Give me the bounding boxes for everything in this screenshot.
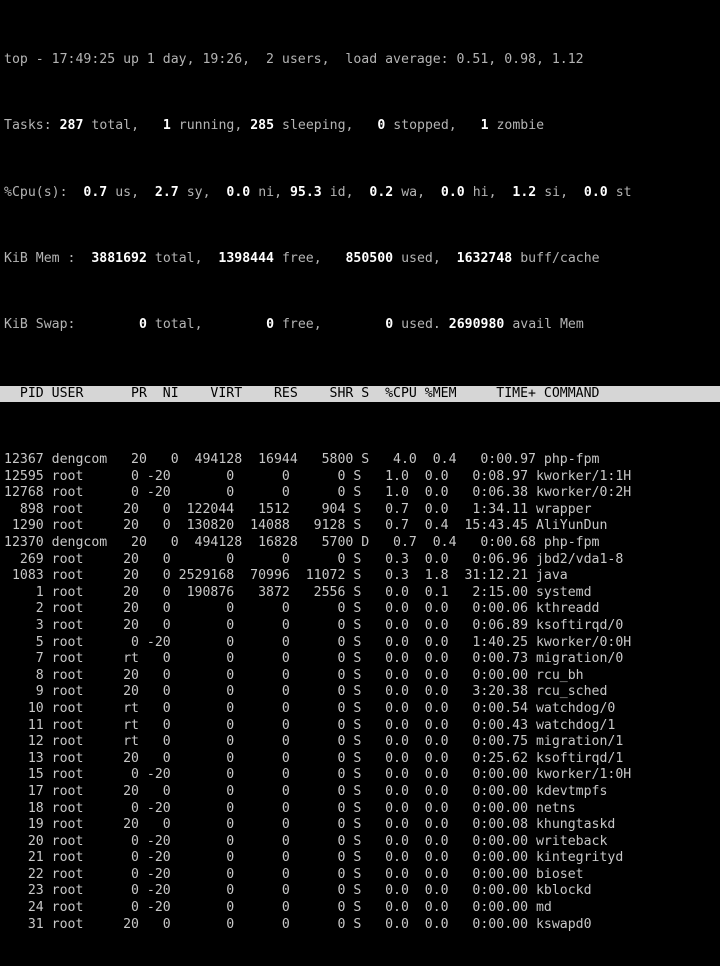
table-row[interactable]: 12595 root 0 -20 0 0 0 S 1.0 0.0 0:08.97… [4, 469, 720, 486]
swap-total-value: 0 [139, 317, 147, 333]
mem-used-value: 850500 [345, 250, 394, 266]
swap-used-value: 0 [385, 317, 394, 333]
table-row[interactable]: 12367 dengcom 20 0 494128 16944 5800 S 4… [4, 452, 720, 469]
tasks-total-value: 287 [59, 118, 84, 134]
cpu-ni-label: ni, [258, 184, 283, 200]
table-row[interactable]: 12370 dengcom 20 0 494128 16828 5700 D 0… [4, 535, 720, 552]
table-row[interactable]: 1290 root 20 0 130820 14088 9128 S 0.7 0… [4, 518, 720, 535]
table-row[interactable]: 12 root rt 0 0 0 0 S 0.0 0.0 0:00.75 mig… [4, 734, 720, 751]
mem-free-value: 1398444 [218, 250, 274, 266]
swap-free-value: 0 [266, 317, 275, 333]
cpu-label: %Cpu(s): [4, 184, 68, 200]
top-uptime-line: top - 17:49:25 up 1 day, 19:26, 2 users,… [4, 52, 720, 69]
tasks-sleeping-value: 285 [250, 118, 275, 134]
mem-total-value: 3881692 [91, 250, 147, 266]
cpu-line: %Cpu(s): 0.7 us, 2.7 sy, 0.0 ni, 95.3 id… [4, 185, 720, 202]
table-row[interactable]: 22 root 0 -20 0 0 0 S 0.0 0.0 0:00.00 bi… [4, 867, 720, 884]
table-row[interactable]: 1083 root 20 0 2529168 70996 11072 S 0.3… [4, 568, 720, 585]
swap-label: KiB Swap: [4, 317, 76, 333]
table-row[interactable]: 31 root 20 0 0 0 0 S 0.0 0.0 0:00.00 ksw… [4, 917, 720, 934]
table-row[interactable]: 17 root 20 0 0 0 0 S 0.0 0.0 0:00.00 kde… [4, 784, 720, 801]
mem-used-label: used, [401, 250, 441, 266]
table-row[interactable]: 7 root rt 0 0 0 0 S 0.0 0.0 0:00.73 migr… [4, 651, 720, 668]
cpu-sy-label: sy, [186, 184, 211, 200]
tasks-stopped-label: stopped, [393, 118, 457, 134]
cpu-si-value: 1.2 [512, 184, 537, 200]
table-row[interactable]: 11 root rt 0 0 0 0 S 0.0 0.0 0:00.43 wat… [4, 718, 720, 735]
tasks-total-label: total, [91, 118, 140, 134]
tasks-line: Tasks: 287 total, 1 running, 285 sleepin… [4, 118, 720, 135]
mem-free-label: free, [281, 250, 322, 266]
table-row[interactable]: 3 root 20 0 0 0 0 S 0.0 0.0 0:06.89 ksof… [4, 618, 720, 635]
table-row[interactable]: 19 root 20 0 0 0 0 S 0.0 0.0 0:00.08 khu… [4, 817, 720, 834]
table-row[interactable]: 9 root 20 0 0 0 0 S 0.0 0.0 3:20.38 rcu_… [4, 684, 720, 701]
process-table-header[interactable]: PID USER PR NI VIRT RES SHR S %CPU %MEM … [0, 385, 720, 403]
table-row[interactable]: 23 root 0 -20 0 0 0 S 0.0 0.0 0:00.00 kb… [4, 883, 720, 900]
table-row[interactable]: 13 root 20 0 0 0 0 S 0.0 0.0 0:25.62 kso… [4, 751, 720, 768]
tasks-running-value: 1 [162, 118, 171, 134]
cpu-wa-value: 0.2 [369, 184, 394, 200]
cpu-st-value: 0.0 [583, 184, 608, 200]
tasks-label: Tasks: [4, 118, 52, 134]
swap-free-label: free, [281, 317, 322, 333]
mem-buffcache-label: buff/cache [520, 250, 600, 266]
cpu-id-label: id, [329, 184, 354, 200]
table-row[interactable]: 24 root 0 -20 0 0 0 S 0.0 0.0 0:00.00 md [4, 900, 720, 917]
mem-line: KiB Mem : 3881692 total, 1398444 free, 8… [4, 251, 720, 268]
table-row[interactable]: 5 root 0 -20 0 0 0 S 0.0 0.0 1:40.25 kwo… [4, 635, 720, 652]
mem-buffcache-value: 1632748 [456, 250, 513, 266]
table-row[interactable]: 8 root 20 0 0 0 0 S 0.0 0.0 0:00.00 rcu_… [4, 668, 720, 685]
table-row[interactable]: 21 root 0 -20 0 0 0 S 0.0 0.0 0:00.00 ki… [4, 850, 720, 867]
table-row[interactable]: 15 root 0 -20 0 0 0 S 0.0 0.0 0:00.00 kw… [4, 767, 720, 784]
swap-used-label: used. [401, 317, 441, 333]
cpu-id-value: 95.3 [289, 184, 322, 200]
top-uptime-text: top - 17:49:25 up 1 day, 19:26, 2 users,… [4, 51, 584, 67]
table-row[interactable]: 269 root 20 0 0 0 0 S 0.3 0.0 0:06.96 jb… [4, 552, 720, 569]
swap-avail-label: avail Mem [512, 317, 584, 333]
table-row[interactable]: 20 root 0 -20 0 0 0 S 0.0 0.0 0:00.00 wr… [4, 834, 720, 851]
cpu-ni-value: 0.0 [226, 184, 251, 200]
terminal-window[interactable]: top - 17:49:25 up 1 day, 19:26, 2 users,… [0, 0, 720, 966]
mem-total-label: total, [154, 250, 203, 266]
table-row[interactable]: 18 root 0 -20 0 0 0 S 0.0 0.0 0:00.00 ne… [4, 801, 720, 818]
table-row[interactable]: 10 root rt 0 0 0 0 S 0.0 0.0 0:00.54 wat… [4, 701, 720, 718]
cpu-us-value: 0.7 [83, 184, 108, 200]
tasks-zombie-value: 1 [480, 118, 489, 134]
swap-avail-value: 2690980 [448, 317, 505, 333]
tasks-zombie-label: zombie [496, 118, 545, 134]
cpu-hi-value: 0.0 [440, 184, 465, 200]
tasks-sleeping-label: sleeping, [282, 118, 354, 134]
process-table-body: 12367 dengcom 20 0 494128 16944 5800 S 4… [4, 452, 720, 933]
mem-label: KiB Mem : [4, 250, 76, 266]
cpu-us-label: us, [115, 184, 140, 200]
cpu-sy-value: 2.7 [154, 184, 179, 200]
cpu-si-label: si, [544, 184, 569, 200]
tasks-running-label: running, [178, 118, 243, 134]
cpu-hi-label: hi, [472, 184, 497, 200]
table-row[interactable]: 2 root 20 0 0 0 0 S 0.0 0.0 0:00.06 kthr… [4, 601, 720, 618]
table-row[interactable]: 12768 root 0 -20 0 0 0 S 1.0 0.0 0:06.38… [4, 485, 720, 502]
cpu-wa-label: wa, [401, 184, 426, 200]
swap-total-label: total, [154, 317, 203, 333]
table-row[interactable]: 898 root 20 0 122044 1512 904 S 0.7 0.0 … [4, 502, 720, 519]
cpu-st-label: st [615, 184, 632, 200]
table-row[interactable]: 1 root 20 0 190876 3872 2556 S 0.0 0.1 2… [4, 585, 720, 602]
swap-line: KiB Swap: 0 total, 0 free, 0 used. 26909… [4, 317, 720, 334]
